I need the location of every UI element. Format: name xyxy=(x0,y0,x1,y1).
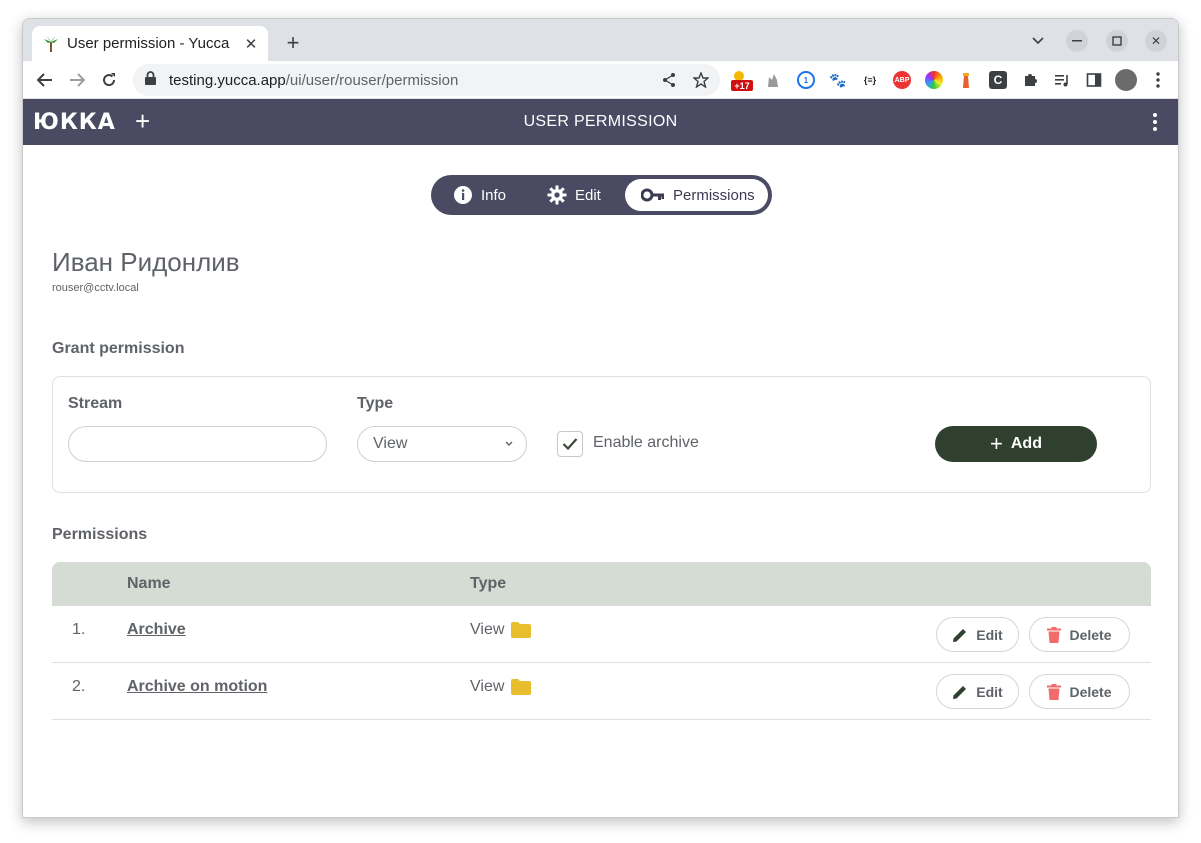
password-manager-icon[interactable]: 1 xyxy=(797,71,815,89)
tab-edit[interactable]: Edit xyxy=(547,179,627,211)
tab-info-label: Info xyxy=(481,186,507,204)
folder-icon xyxy=(511,622,532,638)
delete-button-label: Delete xyxy=(1069,683,1112,700)
pencil-icon xyxy=(953,685,967,699)
tab-permissions[interactable]: Permissions xyxy=(625,179,768,211)
browser-window: User permission - Yucca ✕ + ✕ testing.yu… xyxy=(22,18,1179,818)
gnome-extension-icon[interactable]: 🐾 xyxy=(829,71,847,89)
lock-icon xyxy=(145,71,159,89)
tab-edit-label: Edit xyxy=(575,186,601,204)
new-tab-button[interactable]: + xyxy=(281,30,305,55)
column-type: Type xyxy=(470,575,507,592)
url-host: testing.yucca.app xyxy=(169,71,286,89)
maximize-button[interactable] xyxy=(1106,30,1128,52)
delete-button[interactable]: Delete xyxy=(1029,674,1130,709)
enable-archive-checkbox[interactable] xyxy=(557,431,583,457)
table-row: 1. Archive View Edit Delete xyxy=(52,606,1151,663)
tab-strip: User permission - Yucca ✕ + ✕ xyxy=(23,19,1178,61)
user-name: Иван Ридонлив xyxy=(52,247,240,277)
key-icon xyxy=(641,188,664,202)
trash-icon xyxy=(1047,626,1062,643)
json-formatter-icon[interactable]: {≡} xyxy=(861,71,879,89)
row-number: 2. xyxy=(72,678,86,695)
back-arrow-icon[interactable] xyxy=(33,68,57,92)
plus-icon: + xyxy=(990,431,1003,456)
browser-tab[interactable]: User permission - Yucca ✕ xyxy=(32,26,268,61)
folder-icon xyxy=(511,679,532,695)
pencil-icon xyxy=(953,628,967,642)
cat-extension-icon[interactable] xyxy=(764,71,782,89)
permissions-table: Name Type 1. Archive View Edit Delete 2.… xyxy=(52,562,1151,720)
browser-toolbar: testing.yucca.app/ui/user/rouser/permiss… xyxy=(23,61,1178,99)
table-row: 2. Archive on motion View Edit Delete xyxy=(52,663,1151,720)
c-extension-icon[interactable]: C xyxy=(989,71,1007,89)
checkmark-icon xyxy=(562,438,578,451)
side-panel-icon[interactable] xyxy=(1085,71,1103,89)
type-select[interactable]: View xyxy=(357,426,527,462)
bookmark-star-icon[interactable] xyxy=(691,70,711,90)
tab-search-chevron-icon[interactable] xyxy=(1027,30,1049,52)
permission-type: View xyxy=(470,621,532,639)
address-bar[interactable]: testing.yucca.app/ui/user/rouser/permiss… xyxy=(133,64,720,96)
edit-button[interactable]: Edit xyxy=(936,617,1019,652)
url-path: /ui/user/rouser/permission xyxy=(285,71,459,89)
delete-button-label: Delete xyxy=(1069,626,1112,643)
row-number: 1. xyxy=(72,621,86,638)
stream-input[interactable] xyxy=(68,426,327,462)
grant-permission-form: Stream Type View Enable archive + Add xyxy=(52,376,1151,493)
tab-title: User permission - Yucca xyxy=(67,35,230,52)
media-control-icon[interactable] xyxy=(1053,71,1071,89)
info-icon xyxy=(454,186,472,204)
permission-type: View xyxy=(470,678,532,696)
lighthouse-icon[interactable] xyxy=(957,71,975,89)
permission-name-link[interactable]: Archive on motion xyxy=(127,678,267,696)
grant-permission-title: Grant permission xyxy=(52,340,185,357)
edit-button[interactable]: Edit xyxy=(936,674,1019,709)
table-header: Name Type xyxy=(52,562,1151,606)
edit-button-label: Edit xyxy=(976,683,1003,700)
app-header: ЮККА + USER PERMISSION xyxy=(23,99,1178,145)
forward-arrow-icon[interactable] xyxy=(65,68,89,92)
extensions-puzzle-icon[interactable] xyxy=(1021,71,1039,89)
tab-permissions-label: Permissions xyxy=(673,186,755,204)
tab-info[interactable]: Info xyxy=(451,179,531,211)
user-tabs: Info Edit Permissions xyxy=(431,175,772,215)
page-title: USER PERMISSION xyxy=(523,113,678,130)
type-label: Type xyxy=(357,395,394,412)
more-menu-icon[interactable] xyxy=(1152,112,1160,132)
share-icon[interactable] xyxy=(659,70,679,90)
browser-menu-icon[interactable] xyxy=(1149,71,1167,89)
adblock-icon[interactable]: ABP xyxy=(893,71,911,89)
add-button-label: Add xyxy=(1010,435,1042,452)
chevron-down-icon xyxy=(505,441,513,446)
svg-text:+17: +17 xyxy=(734,81,749,91)
profile-avatar[interactable] xyxy=(1115,69,1137,91)
permission-name-link[interactable]: Archive xyxy=(127,621,186,639)
gear-icon xyxy=(547,185,567,205)
close-tab-icon[interactable]: ✕ xyxy=(240,33,262,55)
trash-icon xyxy=(1047,683,1062,700)
edit-button-label: Edit xyxy=(976,626,1003,643)
weather-extension-icon[interactable]: +17 xyxy=(731,69,753,91)
close-window-button[interactable]: ✕ xyxy=(1145,30,1167,52)
enable-archive-label[interactable]: Enable archive xyxy=(593,434,699,452)
type-select-value: View xyxy=(373,435,408,452)
delete-button[interactable]: Delete xyxy=(1029,617,1130,652)
palm-tree-favicon-icon xyxy=(43,35,59,52)
stream-label: Stream xyxy=(68,395,123,412)
minimize-button[interactable] xyxy=(1066,30,1088,52)
column-name: Name xyxy=(127,575,171,592)
permissions-title: Permissions xyxy=(52,526,148,543)
reload-icon[interactable] xyxy=(97,68,121,92)
permission-type-label: View xyxy=(470,621,505,638)
user-email: rouser@cctv.local xyxy=(52,282,139,294)
add-button[interactable]: + Add xyxy=(935,426,1097,462)
permission-type-label: View xyxy=(470,678,505,695)
color-picker-icon[interactable] xyxy=(925,71,943,89)
